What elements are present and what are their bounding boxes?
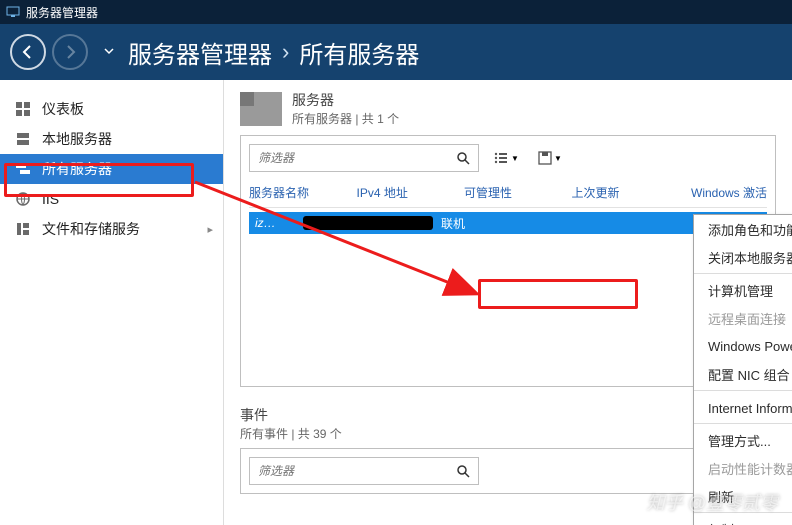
chevron-right-icon: ▸ (207, 223, 213, 236)
window-titlebar: 服务器管理器 (0, 0, 792, 24)
ctx-refresh[interactable]: 刷新 (694, 482, 792, 510)
history-dropdown-icon[interactable] (104, 43, 114, 61)
view-options-button[interactable]: ▼ (489, 146, 523, 170)
servers-section-title: 服务器 (292, 90, 399, 110)
ctx-powershell[interactable]: Windows PowerShell (694, 332, 792, 360)
column-ipv4[interactable]: IPv4 地址 (357, 184, 465, 201)
ctx-perf-counters[interactable]: 启动性能计数器 (694, 454, 792, 482)
servers-section-header: 服务器 所有服务器 | 共 1 个 (240, 90, 776, 127)
iis-icon (14, 190, 32, 208)
sidebar-item-dashboard[interactable]: 仪表板 (0, 94, 223, 124)
search-icon[interactable] (454, 464, 472, 478)
breadcrumb-root[interactable]: 服务器管理器 (128, 35, 272, 70)
sidebar-item-label: 所有服务器 (42, 159, 112, 179)
window-title: 服务器管理器 (26, 4, 98, 21)
sidebar-item-storage[interactable]: 文件和存储服务 ▸ (0, 214, 223, 244)
servers-columns: 服务器名称 IPv4 地址 可管理性 上次更新 Windows 激活 (249, 184, 767, 208)
server-status: 联机 (441, 215, 465, 232)
sidebar-item-label: IIS (42, 191, 59, 207)
app-icon (6, 5, 20, 19)
context-menu: 添加角色和功能 关闭本地服务器 计算机管理 远程桌面连接 Windows Pow… (693, 214, 792, 525)
ctx-remote-desktop[interactable]: 远程桌面连接 (694, 304, 792, 332)
forward-button[interactable] (52, 34, 88, 70)
servers-icon (14, 160, 32, 178)
ctx-shutdown-local[interactable]: 关闭本地服务器 (694, 243, 792, 271)
servers-section-subtitle: 所有服务器 | 共 1 个 (292, 110, 399, 127)
breadcrumb-current: 所有服务器 (299, 35, 419, 70)
ctx-manage-as[interactable]: 管理方式... (694, 426, 792, 454)
servers-filter-input[interactable] (256, 150, 454, 166)
search-icon[interactable] (454, 151, 472, 165)
column-server-name[interactable]: 服务器名称 (249, 184, 357, 201)
breadcrumb: 服务器管理器 › 所有服务器 (128, 35, 419, 70)
sidebar-item-label: 本地服务器 (42, 129, 112, 149)
server-row-selected[interactable]: iz… 联机 (249, 212, 767, 234)
sidebar-item-label: 仪表板 (42, 99, 84, 119)
events-filter-input[interactable] (256, 463, 454, 479)
servers-filter-field[interactable] (249, 144, 479, 172)
main-content: 服务器 所有服务器 | 共 1 个 ▼ ▼ 服务器名称 IPv4 地址 可管理性… (224, 80, 792, 525)
sidebar-item-label: 文件和存储服务 (42, 219, 140, 239)
events-filter-field[interactable] (249, 457, 479, 485)
breadcrumb-separator-icon: › (282, 39, 289, 65)
ctx-iis-manager[interactable]: Internet Information Services (IIS)管理器 (694, 393, 792, 421)
ctx-computer-management[interactable]: 计算机管理 (694, 276, 792, 304)
dashboard-icon (14, 100, 32, 118)
ctx-copy[interactable]: 复制 (694, 515, 792, 525)
column-manageability[interactable]: 可管理性 (464, 184, 572, 201)
storage-icon (14, 220, 32, 238)
sidebar: 仪表板 本地服务器 所有服务器 IIS 文件和存储服务 ▸ (0, 80, 224, 525)
redacted-block (303, 216, 433, 230)
ctx-nic-teaming[interactable]: 配置 NIC 组合 (694, 360, 792, 388)
column-activation[interactable]: Windows 激活 (669, 184, 767, 201)
header-bar: 服务器管理器 › 所有服务器 (0, 24, 792, 80)
sidebar-item-local-server[interactable]: 本地服务器 (0, 124, 223, 154)
ctx-add-roles[interactable]: 添加角色和功能 (694, 215, 792, 243)
servers-section-icon (240, 92, 282, 126)
column-last-update[interactable]: 上次更新 (572, 184, 670, 201)
server-icon (14, 130, 32, 148)
sidebar-item-iis[interactable]: IIS (0, 184, 223, 214)
sidebar-item-all-servers[interactable]: 所有服务器 (0, 154, 223, 184)
save-options-button[interactable]: ▼ (533, 146, 567, 170)
back-button[interactable] (10, 34, 46, 70)
